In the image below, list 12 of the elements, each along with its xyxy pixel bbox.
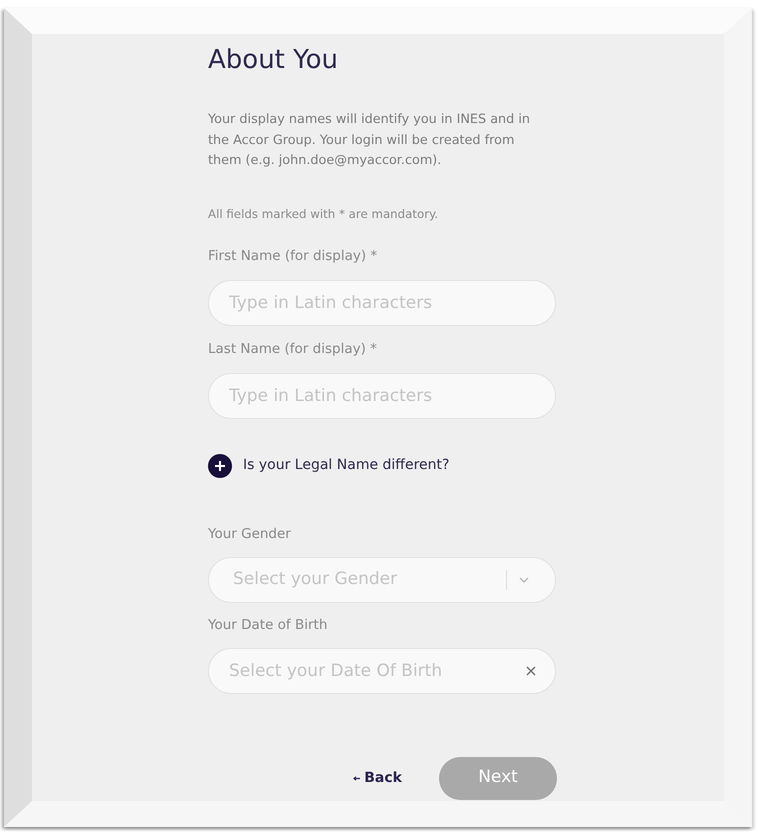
back-button[interactable]: Back [353,768,402,788]
chevron-down-icon [519,576,529,582]
close-icon[interactable] [526,666,536,676]
arrow-left-icon [353,776,360,780]
field-label: First Name (for display) * [208,246,378,264]
field-label: Last Name (for display) * [208,340,377,358]
field-label: Your Date of Birth [208,616,328,634]
field-label: Your Gender [208,524,291,542]
legal-name-toggle[interactable]: Is your Legal Name different? [208,454,450,478]
mandatory-note: All fields marked with * are mandatory. [208,206,438,222]
intro-text: Your display names will identify you in INES and in the Accor Group. Your login will be created from them (e.g. john.doe@myaccor.com). [208,111,532,170]
page-title: About You [208,44,338,77]
